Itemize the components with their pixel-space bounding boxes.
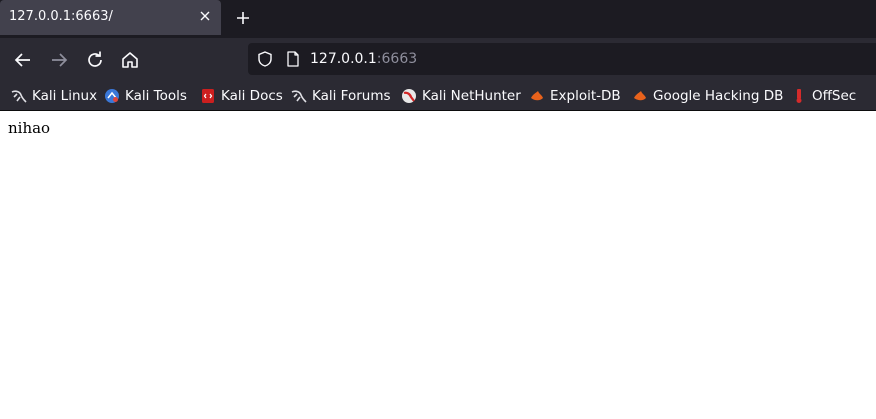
kali-tools-icon [105, 89, 119, 103]
back-arrow-icon[interactable] [11, 48, 35, 72]
page-body-text: nihao [8, 119, 51, 137]
browser-window: 127.0.0.1:6663/ 127.0.0.1:6663 Kali Linu… [0, 0, 876, 419]
url-bar[interactable]: 127.0.0.1:6663 [248, 43, 876, 75]
tab-strip: 127.0.0.1:6663/ [0, 0, 876, 38]
bookmark-label: OffSec [812, 88, 857, 104]
url-port: :6663 [376, 51, 418, 67]
forward-arrow-icon[interactable] [47, 48, 71, 72]
bookmark-label: Kali Docs [221, 88, 283, 104]
navigation-toolbar: 127.0.0.1:6663 [0, 38, 876, 82]
url-host: 127.0.0.1 [310, 51, 377, 67]
close-icon[interactable] [196, 8, 214, 26]
bookmark-label: Kali NetHunter [422, 88, 521, 104]
bookmark-kali-docs[interactable]: Kali Docs [200, 86, 283, 106]
bookmark-exploit-db[interactable]: Exploit-DB [529, 86, 621, 106]
kali-dragon-icon [11, 90, 27, 103]
bookmark-label: Kali Tools [125, 88, 187, 104]
bookmarks-toolbar: Kali Linux Kali Tools Kali Docs Kali For… [0, 82, 876, 111]
bookmark-google-hacking-db[interactable]: Google Hacking DB [632, 86, 783, 106]
bookmark-offsec[interactable]: OffSec [791, 86, 856, 106]
url-text[interactable]: 127.0.0.1:6663 [310, 51, 417, 67]
bookmark-label: Exploit-DB [550, 88, 621, 104]
bookmark-kali-tools[interactable]: Kali Tools [104, 86, 187, 106]
bookmark-kali-forums[interactable]: Kali Forums [291, 86, 391, 106]
reload-icon[interactable] [83, 48, 107, 72]
kali-dragon-icon [291, 90, 307, 103]
bookmark-label: Google Hacking DB [653, 88, 784, 104]
home-icon[interactable] [118, 48, 142, 72]
shield-icon[interactable] [256, 50, 274, 68]
offsec-icon [796, 89, 802, 103]
kali-docs-icon [202, 89, 214, 103]
active-tab[interactable]: 127.0.0.1:6663/ [0, 0, 221, 35]
bookmark-label: Kali Linux [32, 88, 98, 104]
tab-title: 127.0.0.1:6663/ [9, 9, 113, 24]
exploit-db-icon [634, 91, 646, 101]
page-content: nihao [0, 111, 876, 419]
nethunter-icon [402, 89, 416, 103]
bookmark-kali-linux[interactable]: Kali Linux [11, 86, 97, 106]
page-info-icon[interactable] [284, 50, 302, 68]
bookmark-kali-nethunter[interactable]: Kali NetHunter [401, 86, 521, 106]
exploit-db-icon [531, 91, 543, 101]
plus-icon[interactable] [233, 8, 253, 28]
bookmark-label: Kali Forums [312, 88, 391, 104]
